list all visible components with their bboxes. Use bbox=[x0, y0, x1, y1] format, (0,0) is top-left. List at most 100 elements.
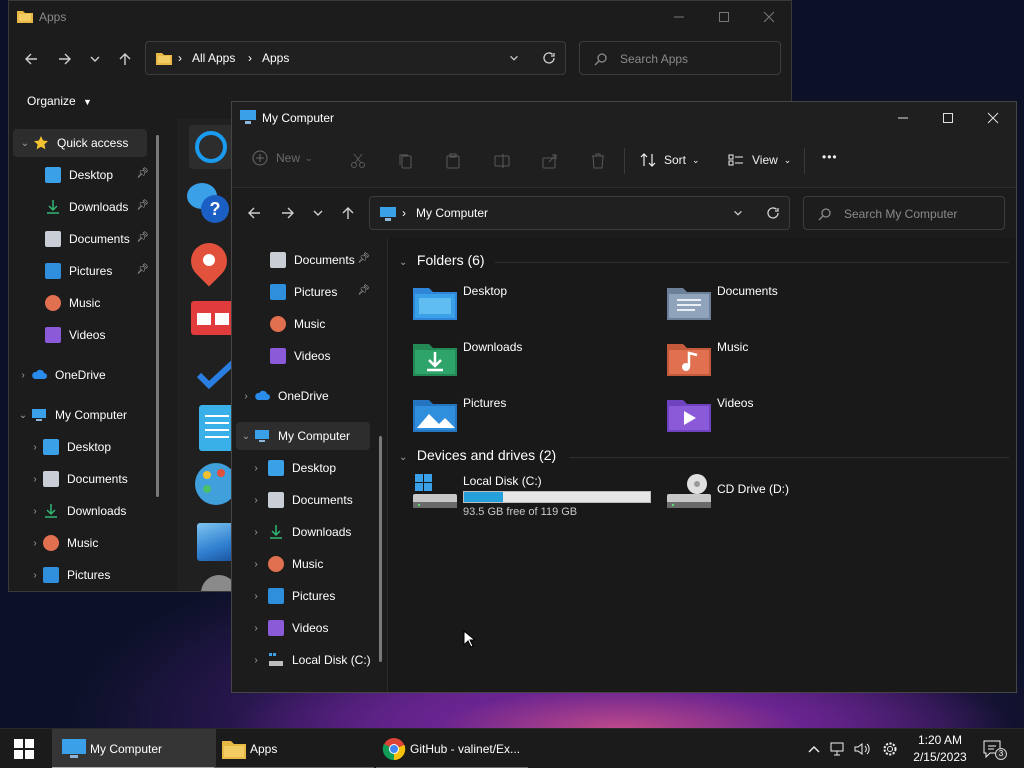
folder-pictures[interactable]: Pictures bbox=[413, 396, 653, 442]
sidebar-item-downloads[interactable]: › Downloads bbox=[27, 497, 157, 525]
pin-icon[interactable]: 📌︎ bbox=[357, 285, 370, 296]
sidebar-item-music[interactable]: Music bbox=[45, 289, 149, 317]
delete-icon[interactable] bbox=[590, 153, 606, 169]
folders-group-header[interactable]: ⌄ Folders (6) bbox=[399, 252, 485, 268]
sidebar-item-onedrive[interactable]: › OneDrive bbox=[238, 382, 378, 410]
organize-button[interactable]: Organize ▼ bbox=[27, 94, 92, 108]
sidebar-item-pictures[interactable]: › Pictures bbox=[248, 582, 378, 610]
sidebar-scrollbar[interactable] bbox=[379, 436, 382, 662]
taskbar-app-chrome[interactable]: GitHub - valinet/Ex... bbox=[376, 729, 528, 768]
chevron-down-icon[interactable] bbox=[732, 207, 744, 219]
chevron-right-icon[interactable]: › bbox=[248, 591, 264, 602]
chevron-right-icon[interactable]: › bbox=[27, 570, 43, 581]
sidebar-item-desktop[interactable]: › Desktop bbox=[27, 433, 157, 461]
chevron-down-icon[interactable]: ⌄ bbox=[15, 410, 31, 421]
recent-dropdown-button[interactable] bbox=[306, 201, 330, 225]
news-app-icon[interactable] bbox=[191, 301, 235, 335]
chevron-right-icon[interactable]: › bbox=[248, 623, 264, 634]
folder-documents[interactable]: Documents bbox=[667, 284, 907, 330]
cut-icon[interactable] bbox=[350, 153, 366, 169]
chevron-right-icon[interactable]: › bbox=[15, 370, 31, 381]
sidebar-item-documents[interactable]: Documents 📌︎ bbox=[270, 246, 370, 274]
chevron-right-icon[interactable]: › bbox=[27, 506, 43, 517]
sidebar-item-documents[interactable]: Documents 📌︎ bbox=[45, 225, 149, 253]
maps-app-icon[interactable] bbox=[183, 235, 235, 287]
minimize-button[interactable] bbox=[880, 102, 926, 134]
drive-cd[interactable]: CD Drive (D:) bbox=[667, 474, 907, 520]
sidebar-item-desktop[interactable]: Desktop 📌︎ bbox=[45, 161, 149, 189]
close-button[interactable] bbox=[970, 102, 1016, 134]
folder-videos[interactable]: Videos bbox=[667, 396, 907, 442]
folder-downloads[interactable]: Downloads bbox=[413, 340, 653, 386]
sidebar-item-documents[interactable]: › Documents bbox=[248, 486, 378, 514]
sidebar-item-music[interactable]: Music bbox=[270, 310, 370, 338]
chevron-right-icon[interactable]: › bbox=[27, 538, 43, 549]
sidebar-item-onedrive[interactable]: › OneDrive bbox=[15, 361, 155, 389]
apps-titlebar[interactable]: Apps bbox=[9, 1, 791, 33]
sidebar-item-videos[interactable]: Videos bbox=[270, 342, 370, 370]
sidebar-item-pictures[interactable]: Pictures 📌︎ bbox=[45, 257, 149, 285]
drive-local-disk[interactable]: Local Disk (C:) 93.5 GB free of 119 GB bbox=[413, 474, 653, 520]
forward-button[interactable] bbox=[53, 47, 77, 71]
sidebar-item-downloads[interactable]: › Downloads bbox=[248, 518, 378, 546]
sidebar-item-my-computer[interactable]: ⌄ My Computer bbox=[15, 401, 155, 429]
pin-icon[interactable]: 📌︎ bbox=[136, 232, 149, 243]
sidebar-item-pictures[interactable]: Pictures 📌︎ bbox=[270, 278, 370, 306]
more-options-button[interactable]: ••• bbox=[822, 150, 838, 164]
back-button[interactable] bbox=[242, 201, 266, 225]
new-button[interactable]: New ⌄ bbox=[252, 150, 313, 166]
copy-icon[interactable] bbox=[398, 153, 414, 169]
chevron-right-icon[interactable]: › bbox=[248, 495, 264, 506]
sidebar-item-music[interactable]: › Music bbox=[248, 550, 378, 578]
pin-icon[interactable]: 📌︎ bbox=[357, 253, 370, 264]
apps-search-box[interactable]: Search Apps bbox=[579, 41, 781, 75]
feedback-hub-app-icon[interactable]: ? bbox=[187, 183, 231, 227]
chevron-right-icon[interactable]: › bbox=[238, 391, 254, 402]
pin-icon[interactable]: 📌︎ bbox=[136, 200, 149, 211]
chevron-right-icon[interactable]: › bbox=[248, 463, 264, 474]
refresh-icon[interactable] bbox=[542, 51, 556, 65]
folder-desktop[interactable]: Desktop bbox=[413, 284, 653, 330]
rename-icon[interactable] bbox=[494, 153, 510, 169]
sidebar-item-local-disk[interactable]: › Local Disk (C:) bbox=[248, 646, 384, 674]
chevron-down-icon[interactable]: ⌄ bbox=[17, 138, 33, 149]
sidebar-item-pictures[interactable]: › Pictures bbox=[27, 561, 157, 589]
folder-music[interactable]: Music bbox=[667, 340, 907, 386]
network-tray-button[interactable] bbox=[828, 739, 848, 759]
chevron-down-icon[interactable] bbox=[508, 52, 520, 64]
chevron-right-icon[interactable]: › bbox=[248, 559, 264, 570]
sidebar-item-desktop[interactable]: › Desktop bbox=[248, 454, 378, 482]
sidebar-item-videos[interactable]: › Videos bbox=[248, 614, 378, 642]
breadcrumb-apps[interactable]: Apps bbox=[262, 51, 289, 65]
settings-tray-button[interactable] bbox=[880, 739, 900, 759]
notification-center-button[interactable]: 3 bbox=[982, 739, 1007, 760]
chevron-right-icon[interactable]: › bbox=[248, 655, 264, 666]
search-box[interactable]: Search My Computer bbox=[803, 196, 1005, 230]
address-bar[interactable]: › My Computer bbox=[369, 196, 790, 230]
minimize-button[interactable] bbox=[656, 1, 702, 33]
sidebar-item-documents[interactable]: › Documents bbox=[27, 465, 157, 493]
back-button[interactable] bbox=[19, 47, 43, 71]
drives-group-header[interactable]: ⌄ Devices and drives (2) bbox=[399, 447, 556, 463]
share-icon[interactable] bbox=[542, 153, 558, 169]
notepad-app-icon[interactable] bbox=[199, 405, 235, 451]
taskbar-app-apps[interactable]: Apps bbox=[214, 729, 374, 768]
start-button[interactable] bbox=[0, 729, 48, 768]
breadcrumb-all-apps[interactable]: All Apps bbox=[192, 51, 235, 65]
up-button[interactable] bbox=[336, 201, 360, 225]
pin-icon[interactable]: 📌︎ bbox=[136, 264, 149, 275]
chevron-right-icon[interactable]: › bbox=[27, 442, 43, 453]
chevron-down-icon[interactable]: ⌄ bbox=[399, 452, 413, 463]
view-button[interactable]: View ⌄ bbox=[728, 152, 791, 168]
sidebar-item-music[interactable]: › Music bbox=[27, 529, 157, 557]
sidebar-item-my-computer[interactable]: ⌄ My Computer bbox=[236, 422, 370, 450]
maximize-button[interactable] bbox=[701, 1, 747, 33]
pin-icon[interactable]: 📌︎ bbox=[136, 168, 149, 179]
forward-button[interactable] bbox=[276, 201, 300, 225]
sidebar-item-videos[interactable]: Videos bbox=[45, 321, 149, 349]
sort-button[interactable]: Sort ⌄ bbox=[640, 152, 700, 168]
breadcrumb-my-computer[interactable]: My Computer bbox=[416, 206, 488, 220]
chevron-down-icon[interactable]: ⌄ bbox=[238, 431, 254, 442]
sidebar-scrollbar[interactable] bbox=[156, 135, 159, 497]
cortana-app-icon[interactable] bbox=[189, 125, 233, 169]
